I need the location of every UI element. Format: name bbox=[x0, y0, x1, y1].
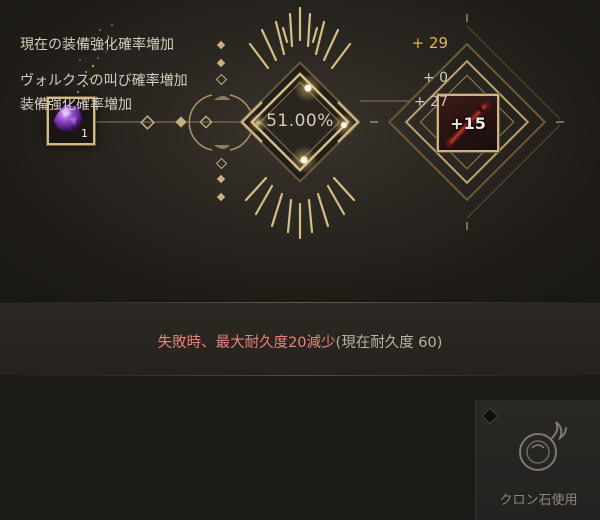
durability-loss-text: 失敗時、最大耐久度20減少 bbox=[157, 335, 336, 351]
cron-stone-icon bbox=[519, 421, 567, 471]
equip-bonus-row: 装備強化確率増加 + 27 bbox=[20, 94, 450, 116]
total-bonus-label: 現在の装備強化確率増加 bbox=[20, 37, 174, 53]
warning-panel: 失敗時、最大耐久度20減少(現在耐久度 60) bbox=[0, 303, 600, 375]
cron-stone-label: クロン石使用 bbox=[499, 493, 578, 508]
equip-bonus-label: 装備強化確率増加 bbox=[20, 97, 132, 113]
failure-warning: 失敗時、最大耐久度20減少(現在耐久度 60) bbox=[0, 331, 600, 352]
current-durability-text: (現在耐久度 60) bbox=[335, 335, 443, 351]
total-bonus-row: 現在の装備強化確率増加 + 29 bbox=[20, 34, 450, 56]
equip-bonus-value: + 27 bbox=[414, 94, 448, 110]
material-count: 1 bbox=[81, 127, 88, 140]
valks-bonus-label: ヴォルクスの叫び確率増加 bbox=[20, 73, 188, 89]
enhancement-level: +15 bbox=[450, 114, 486, 133]
total-bonus-value: + 29 bbox=[411, 34, 448, 52]
valks-bonus-value: + 0 bbox=[422, 70, 448, 86]
valks-bonus-row: ヴォルクスの叫び確率増加 + 0 bbox=[20, 70, 450, 92]
